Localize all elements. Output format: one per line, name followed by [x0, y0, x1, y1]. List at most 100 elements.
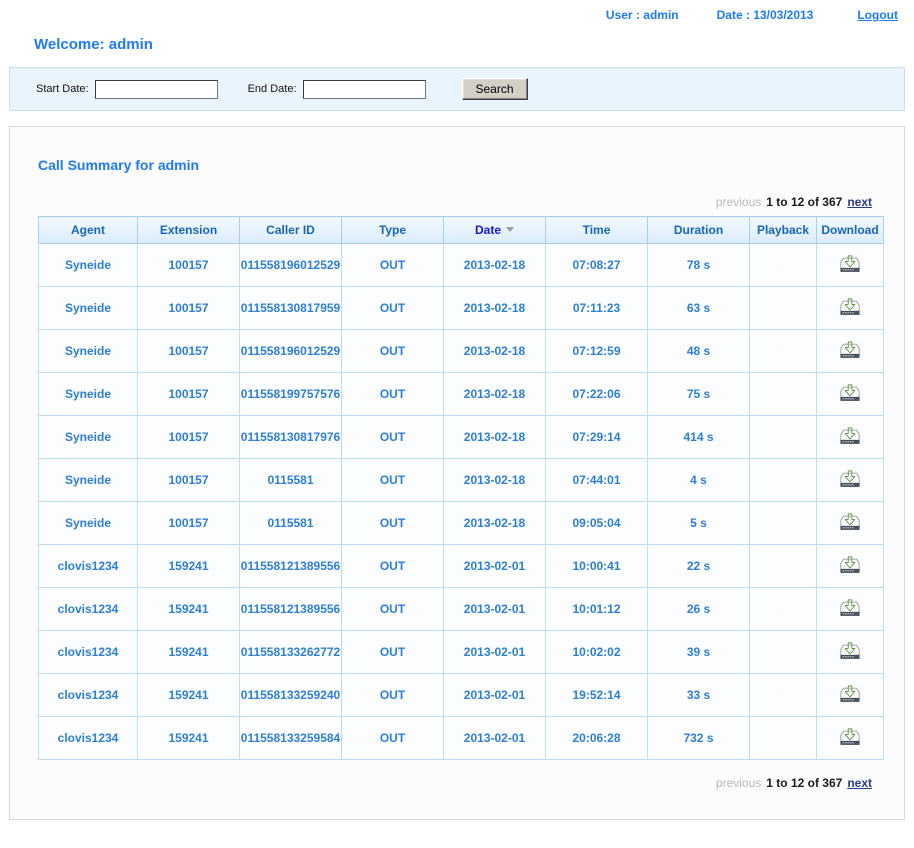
- cell-extension: 159241: [137, 673, 240, 717]
- cell-duration: 63 s: [647, 286, 750, 330]
- cell-date: 2013-02-01: [443, 716, 546, 760]
- end-date-input[interactable]: [302, 79, 426, 99]
- next-page-link-bottom[interactable]: next: [847, 776, 872, 790]
- table-row: Syneide 100157 011558196012529 OUT 2013-02-1…: [38, 243, 884, 287]
- current-date-label: Date : 13/03/2013: [716, 8, 814, 22]
- cell-type: OUT: [341, 286, 444, 330]
- search-filter-panel: Start Date: End Date: Search: [9, 67, 905, 111]
- cell-download: [816, 458, 884, 502]
- play-icon[interactable]: [772, 254, 794, 276]
- cell-duration: 48 s: [647, 329, 750, 373]
- cell-caller-id: 011558196012529: [239, 329, 342, 373]
- cell-extension: 100157: [137, 286, 240, 330]
- column-header-caller-id[interactable]: Caller ID: [239, 216, 342, 244]
- column-header-duration[interactable]: Duration: [647, 216, 750, 244]
- table-row: clovis1234 159241 011558133262772 OUT 2013-0…: [38, 630, 884, 674]
- download-icon[interactable]: [838, 685, 862, 702]
- play-icon[interactable]: [772, 641, 794, 663]
- download-icon[interactable]: [838, 728, 862, 745]
- cell-agent: Syneide: [38, 329, 138, 373]
- play-icon[interactable]: [772, 555, 794, 577]
- current-user-label: User : admin: [605, 8, 679, 22]
- cell-date: 2013-02-01: [443, 673, 546, 717]
- play-icon[interactable]: [772, 340, 794, 362]
- cell-download: [816, 501, 884, 545]
- column-header-agent[interactable]: Agent: [38, 216, 138, 244]
- previous-page-link-bottom[interactable]: previous: [716, 776, 761, 790]
- cell-type: OUT: [341, 243, 444, 287]
- cell-type: OUT: [341, 673, 444, 717]
- table-header-row: Agent Extension Caller ID Type Date Time…: [38, 216, 884, 244]
- table-row: Syneide 100157 011558130817976 OUT 2013-02-1…: [38, 415, 884, 459]
- cell-type: OUT: [341, 415, 444, 459]
- download-icon[interactable]: [838, 427, 862, 444]
- cell-caller-id: 011558130817976: [239, 415, 342, 459]
- cell-playback: [749, 673, 817, 717]
- play-icon[interactable]: [772, 512, 794, 534]
- cell-caller-id: 011558121389556: [239, 587, 342, 631]
- page-range-label: 1 to 12 of 367: [766, 195, 843, 209]
- cell-type: OUT: [341, 587, 444, 631]
- cell-type: OUT: [341, 716, 444, 760]
- play-icon[interactable]: [772, 684, 794, 706]
- cell-extension: 159241: [137, 544, 240, 588]
- cell-type: OUT: [341, 630, 444, 674]
- play-icon[interactable]: [772, 469, 794, 491]
- table-row: Syneide 100157 011558196012529 OUT 2013-02-1…: [38, 329, 884, 373]
- column-header-playback[interactable]: Playback: [749, 216, 817, 244]
- cell-download: [816, 587, 884, 631]
- cell-download: [816, 372, 884, 416]
- column-header-download[interactable]: Download: [816, 216, 884, 244]
- call-summary-table: Agent Extension Caller ID Type Date Time…: [38, 216, 884, 760]
- download-icon[interactable]: [838, 298, 862, 315]
- cell-download: [816, 243, 884, 287]
- cell-date: 2013-02-01: [443, 630, 546, 674]
- cell-date: 2013-02-01: [443, 587, 546, 631]
- play-icon[interactable]: [772, 297, 794, 319]
- download-icon[interactable]: [838, 556, 862, 573]
- column-header-extension[interactable]: Extension: [137, 216, 240, 244]
- cell-type: OUT: [341, 329, 444, 373]
- download-icon[interactable]: [838, 384, 862, 401]
- cell-download: [816, 630, 884, 674]
- start-date-input[interactable]: [94, 79, 218, 99]
- download-icon[interactable]: [838, 642, 862, 659]
- cell-agent: clovis1234: [38, 716, 138, 760]
- download-icon[interactable]: [838, 341, 862, 358]
- next-page-link[interactable]: next: [847, 195, 872, 209]
- play-icon[interactable]: [772, 727, 794, 749]
- cell-caller-id: 011558133262772: [239, 630, 342, 674]
- cell-agent: clovis1234: [38, 544, 138, 588]
- cell-date: 2013-02-01: [443, 544, 546, 588]
- cell-agent: Syneide: [38, 458, 138, 502]
- download-icon[interactable]: [838, 470, 862, 487]
- column-header-type[interactable]: Type: [341, 216, 444, 244]
- cell-playback: [749, 458, 817, 502]
- cell-caller-id: 011558130817959: [239, 286, 342, 330]
- cell-date: 2013-02-18: [443, 372, 546, 416]
- download-icon[interactable]: [838, 599, 862, 616]
- welcome-message: Welcome: admin: [34, 35, 153, 53]
- download-icon[interactable]: [838, 255, 862, 272]
- play-icon[interactable]: [772, 598, 794, 620]
- column-header-date[interactable]: Date: [443, 216, 546, 244]
- page-range-label-bottom: 1 to 12 of 367: [766, 776, 843, 790]
- download-icon[interactable]: [838, 513, 862, 530]
- play-icon[interactable]: [772, 426, 794, 448]
- cell-duration: 75 s: [647, 372, 750, 416]
- cell-caller-id: 011558133259240: [239, 673, 342, 717]
- previous-page-link[interactable]: previous: [716, 195, 761, 209]
- cell-agent: Syneide: [38, 243, 138, 287]
- cell-duration: 414 s: [647, 415, 750, 459]
- cell-type: OUT: [341, 372, 444, 416]
- cell-caller-id: 0115581: [239, 458, 342, 502]
- column-header-time[interactable]: Time: [545, 216, 648, 244]
- cell-agent: Syneide: [38, 501, 138, 545]
- cell-download: [816, 716, 884, 760]
- search-button[interactable]: Search: [461, 78, 528, 100]
- logout-link[interactable]: Logout: [857, 8, 898, 22]
- end-date-label: End Date:: [247, 83, 297, 95]
- play-icon[interactable]: [772, 383, 794, 405]
- cell-time: 10:02:02: [545, 630, 648, 674]
- cell-type: OUT: [341, 458, 444, 502]
